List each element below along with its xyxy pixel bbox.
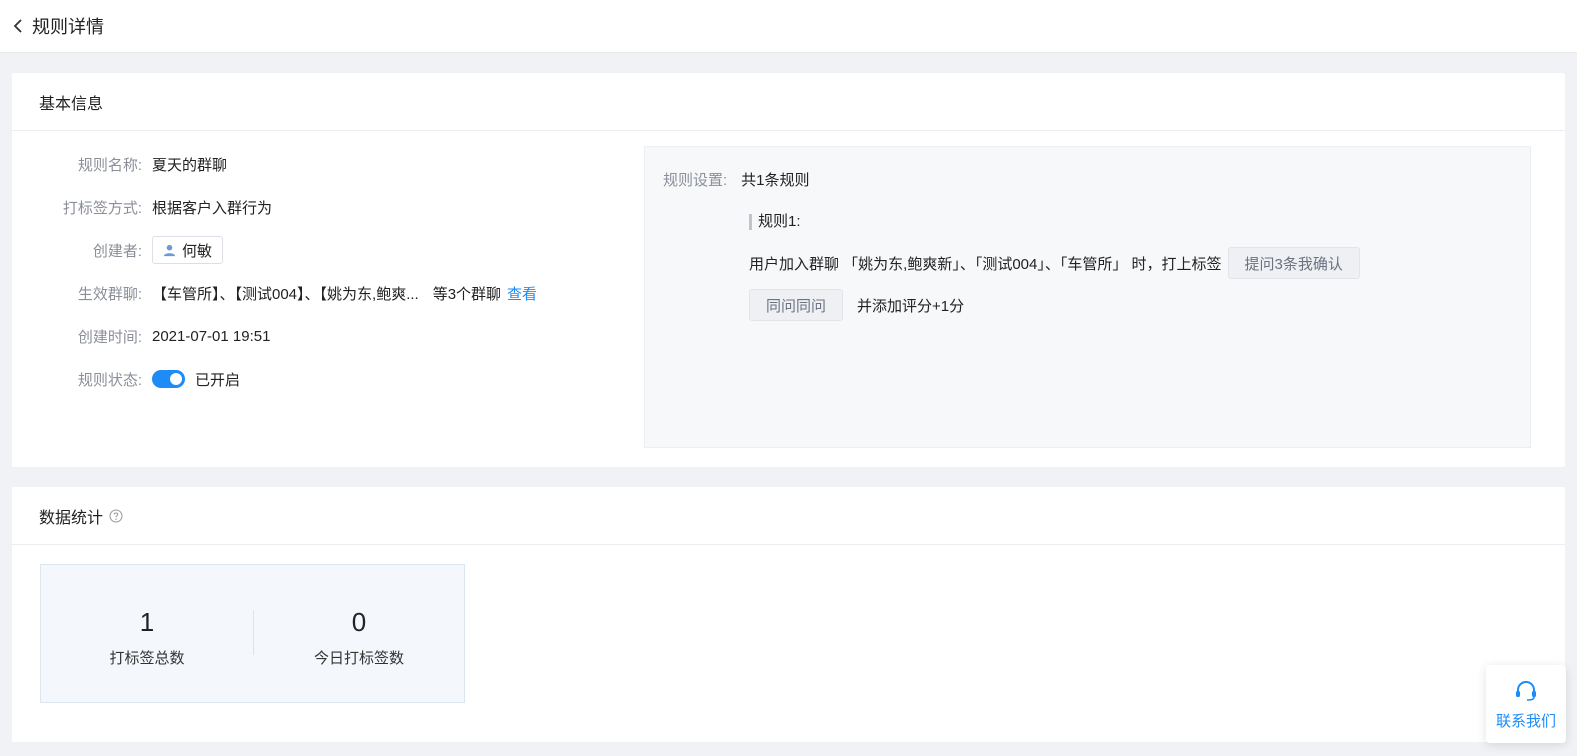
groups-value: 【车管所】、【测试004】、【姚为东,鲍爽... 等3个群聊 查看: [152, 283, 537, 304]
creator-name: 何敏: [182, 242, 213, 260]
contact-us-label: 联系我们: [1495, 712, 1556, 730]
groups-count: 等3个群聊: [432, 285, 502, 303]
rule-settings-panel: 规则设置: 共1条规则 规则1: 用户加入群聊 「姚为东,鲍爽新」、「测试004…: [644, 146, 1531, 448]
stat-today: 0 今日打标签数: [259, 605, 459, 668]
rule-settings-label: 规则设置:: [663, 172, 728, 189]
stat-today-label: 今日打标签数: [313, 650, 404, 667]
status-label: 规则状态:: [77, 371, 142, 389]
top-bar: 规则详情: [0, 0, 1577, 53]
status-row: 规则状态: 已开启: [12, 365, 632, 393]
tag-chip-2: 同问同问: [749, 289, 844, 321]
headset-icon: [1516, 680, 1536, 701]
basic-info-header: 基本信息: [12, 73, 1565, 131]
stat-total-value: 1: [139, 607, 155, 637]
page-title: 规则详情: [32, 17, 104, 37]
groups-list: 【车管所】、【测试004】、【姚为东,鲍爽...: [152, 285, 419, 303]
stats-title: 数据统计: [39, 509, 104, 527]
rule1-title-row: 规则1:: [749, 214, 801, 230]
creator-tag: 何敏: [152, 236, 224, 264]
question-circle-icon[interactable]: [109, 509, 123, 523]
stat-divider: [253, 610, 254, 655]
stat-today-value: 0: [351, 607, 367, 637]
rule-settings-row: 规则设置: 共1条规则: [663, 169, 810, 190]
stats-header: 数据统计: [12, 487, 1565, 545]
rule1-title: 规则1:: [749, 214, 801, 230]
score-text: 并添加评分+1分: [857, 297, 965, 315]
tag-chip-1: 提问3条我确认: [1227, 247, 1360, 279]
stat-total-label: 打标签总数: [109, 650, 185, 667]
basic-info-card: 基本信息 规则名称: 夏天的群聊 打标签方式: 根据客户入群行为 创建者: 何敏: [12, 73, 1565, 467]
creator-value: 何敏: [152, 236, 224, 264]
creator-label: 创建者:: [92, 242, 142, 260]
chevron-left-icon: [13, 19, 22, 33]
rule-total: 共1条规则: [741, 172, 810, 189]
created-time-label: 创建时间:: [77, 328, 142, 346]
groups-label: 生效群聊:: [77, 285, 142, 303]
rule-name-value: 夏天的群聊: [152, 156, 228, 174]
contact-us-button[interactable]: 联系我们: [1486, 665, 1566, 743]
rule1-condition-row: 用户加入群聊 「姚为东,鲍爽新」、「测试004」、「车管所」 时，打上标签 提问…: [749, 247, 1360, 279]
tag-method-value: 根据客户入群行为: [152, 199, 273, 217]
basic-info-title: 基本信息: [39, 95, 104, 113]
rule1-condition: 用户加入群聊 「姚为东,鲍爽新」、「测试004」、「车管所」 时，打上标签: [749, 255, 1222, 273]
rule-name-row: 规则名称: 夏天的群聊: [12, 150, 632, 178]
user-icon: [163, 244, 176, 256]
back-button[interactable]: 规则详情: [12, 13, 104, 39]
created-time-value: 2021-07-01 19:51: [152, 327, 271, 345]
stats-box: 1 打标签总数 0 今日打标签数: [40, 564, 465, 703]
status-value: 已开启: [152, 369, 240, 390]
creator-row: 创建者: 何敏: [12, 236, 632, 264]
tag-method-label: 打标签方式:: [62, 199, 142, 217]
view-groups-link[interactable]: 查看: [507, 283, 537, 304]
created-time-row: 创建时间: 2021-07-01 19:51: [12, 322, 632, 350]
stat-total: 1 打标签总数: [47, 605, 247, 668]
stats-card: 数据统计 1 打标签总数 0 今日打标签数: [12, 487, 1565, 742]
rule-name-label: 规则名称:: [77, 156, 142, 174]
tag-method-row: 打标签方式: 根据客户入群行为: [12, 193, 632, 221]
status-text: 已开启: [195, 371, 241, 389]
groups-row: 生效群聊: 【车管所】、【测试004】、【姚为东,鲍爽... 等3个群聊 查看: [12, 279, 632, 307]
status-toggle[interactable]: [152, 370, 185, 388]
rule1-tags-row: 同问同问 并添加评分+1分: [749, 289, 964, 321]
